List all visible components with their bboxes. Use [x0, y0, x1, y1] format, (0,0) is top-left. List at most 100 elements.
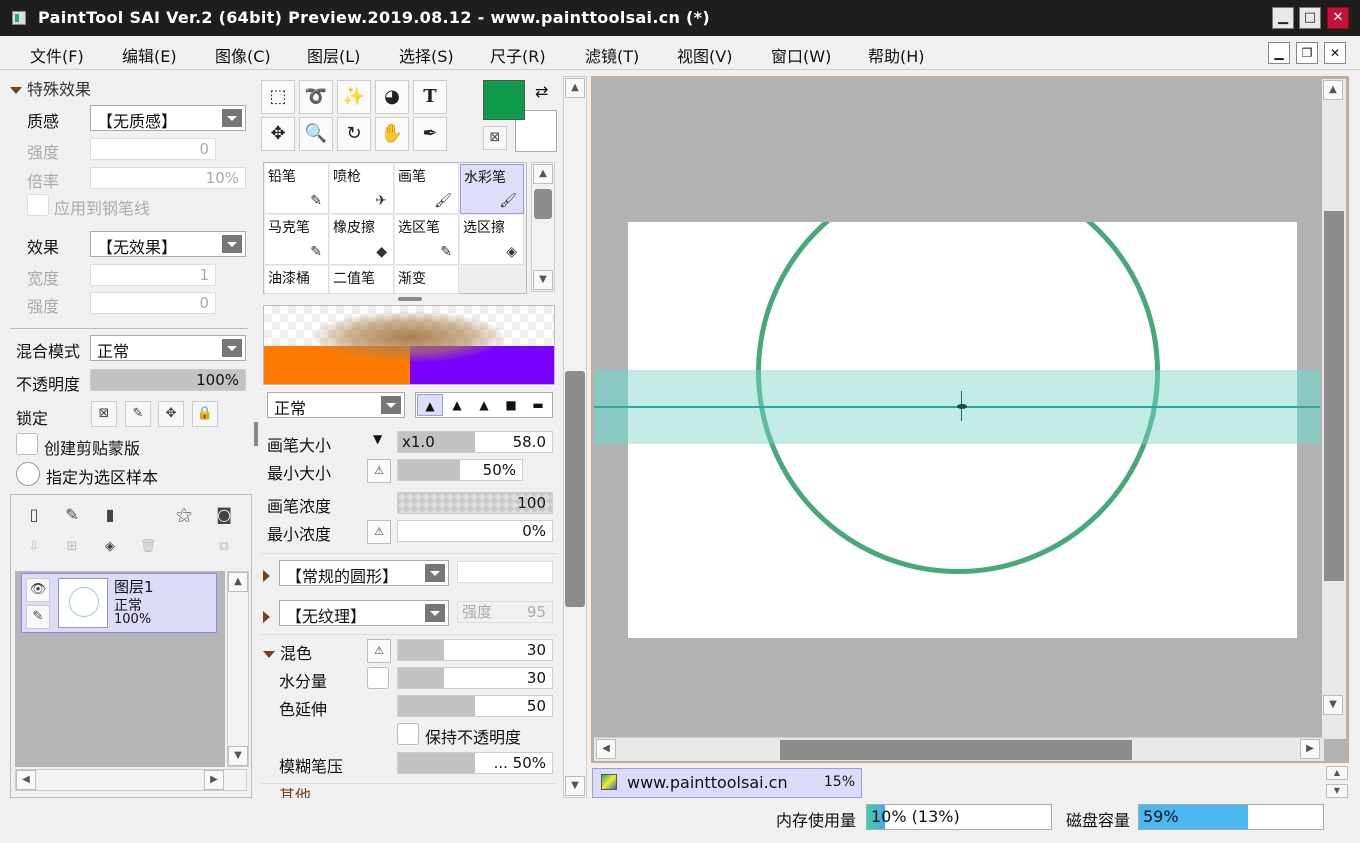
effect-dropdown[interactable]: 【无效果】 — [90, 231, 246, 257]
keep-opacity-checkbox[interactable] — [397, 723, 419, 745]
scroll-thumb[interactable] — [565, 371, 585, 607]
texture-dropdown[interactable]: 【无质感】 — [90, 105, 246, 131]
trash-icon[interactable]: 🗑 — [135, 535, 161, 561]
expand-triangle-icon[interactable] — [263, 566, 270, 584]
scroll-thumb[interactable] — [780, 740, 1132, 760]
rect-select-icon[interactable]: ⬚ — [261, 80, 295, 114]
pencil-icon[interactable]: ✎ — [26, 605, 50, 629]
layer-mask-icon[interactable]: ◙ — [211, 503, 237, 529]
menu-window[interactable]: 窗口(W) — [771, 43, 831, 67]
tip-wide-icon[interactable]: ▬ — [525, 394, 551, 416]
menu-edit[interactable]: 编辑(E) — [122, 43, 177, 67]
canvas-vertical-scrollbar[interactable]: ▲ ▼ — [1322, 79, 1346, 739]
effects-header[interactable]: 特殊效果 — [10, 76, 91, 100]
pressure-icon[interactable]: ⚠ — [367, 459, 391, 483]
new-pen-layer-icon[interactable]: ✎ — [59, 503, 85, 529]
lock-transparency-icon[interactable]: ⊠ — [91, 401, 117, 427]
brush-size-slider[interactable]: x1.0 58.0 — [397, 431, 553, 453]
lock-paint-icon[interactable]: ✎ — [125, 401, 151, 427]
brush-texture-dropdown[interactable]: 【无纹理】 — [279, 600, 449, 626]
tip-square-icon[interactable]: ■ — [498, 394, 524, 416]
panel-splitter[interactable] — [254, 422, 258, 446]
shape-strength-slider[interactable] — [457, 561, 553, 583]
scroll-down-icon[interactable]: ▼ — [228, 746, 248, 766]
layer-vertical-scrollbar[interactable]: ▲ ▼ — [227, 571, 249, 767]
selection-sample-radio[interactable] — [16, 462, 40, 486]
tip-round-icon[interactable]: ▲ — [444, 394, 470, 416]
brush-select-pen[interactable]: 选区笔 ✎ — [395, 215, 459, 265]
tip-flat-icon[interactable]: ▲ — [471, 394, 497, 416]
expand-triangle-icon[interactable] — [263, 607, 270, 625]
menu-image[interactable]: 图像(C) — [215, 43, 271, 67]
brush-mode-dropdown[interactable]: 正常 — [267, 392, 405, 418]
brush-scrollbar[interactable]: ▲ ▼ — [531, 162, 555, 292]
menu-layer[interactable]: 图层(L) — [307, 43, 360, 67]
brush-binary-pen[interactable]: 二值笔 — [330, 266, 394, 294]
shape-icon[interactable]: ◕ — [375, 80, 409, 114]
scroll-thumb[interactable] — [534, 189, 552, 219]
mdi-minimize-button[interactable]: ▁ — [1268, 42, 1290, 64]
scroll-right-icon[interactable]: ▶ — [1300, 739, 1320, 759]
lock-move-icon[interactable]: ✥ — [158, 401, 184, 427]
strength-slider[interactable]: 0 — [90, 138, 216, 160]
menu-help[interactable]: 帮助(H) — [868, 43, 925, 67]
scroll-down-icon[interactable]: ▼ — [533, 270, 553, 290]
menu-ruler[interactable]: 尺子(R) — [490, 43, 546, 67]
tab-scroll-up-icon[interactable]: ▲ — [1326, 766, 1348, 780]
brush-bucket[interactable]: 油漆桶 — [265, 266, 329, 294]
blend-mode-dropdown[interactable]: 正常 — [90, 335, 246, 361]
layer-effect-icon[interactable]: ⚝ — [171, 503, 197, 529]
layer-horizontal-scrollbar[interactable]: ◀ ▶ — [15, 769, 247, 791]
canvas-view[interactable]: ▲ ▼ ◀ ▶ — [591, 76, 1349, 763]
scroll-left-icon[interactable]: ◀ — [596, 739, 616, 759]
scroll-left-icon[interactable]: ◀ — [16, 770, 36, 790]
hand-icon[interactable]: ✋ — [375, 117, 409, 151]
minimize-button[interactable]: ▁ — [1272, 7, 1294, 29]
scroll-up-icon[interactable]: ▲ — [565, 78, 585, 98]
layer-row[interactable]: 👁 ✎ 图层1 正常 100% — [21, 573, 217, 633]
brush-marker[interactable]: 马克笔 ✎ — [265, 215, 329, 265]
brush-density-slider[interactable]: 100 — [397, 492, 553, 514]
blur-pressure-slider[interactable]: ... 50% — [397, 752, 553, 774]
clip-mask-checkbox[interactable] — [16, 433, 38, 455]
brush-eraser[interactable]: 橡皮擦 ◆ — [330, 215, 394, 265]
apply-pen-checkbox[interactable] — [27, 194, 49, 216]
mdi-restore-button[interactable]: ❐ — [1296, 42, 1318, 64]
rotate-icon[interactable]: ↻ — [337, 117, 371, 151]
scroll-down-icon[interactable]: ▼ — [1323, 695, 1343, 715]
brush-shape-dropdown[interactable]: 【常规的圆形】 — [279, 560, 449, 586]
water-checkbox[interactable] — [367, 667, 389, 689]
min-size-slider[interactable]: 50% — [397, 459, 523, 481]
move-icon[interactable]: ✥ — [261, 117, 295, 151]
min-density-slider[interactable]: 0% — [397, 520, 553, 542]
water-slider[interactable]: 30 — [397, 667, 553, 689]
scale-slider[interactable]: 10% — [90, 167, 246, 189]
text-tool-icon[interactable]: T — [413, 80, 447, 114]
transparent-color-icon[interactable]: ⊠ — [483, 126, 507, 150]
eye-icon[interactable]: 👁 — [26, 578, 50, 602]
menu-view[interactable]: 视图(V) — [677, 43, 732, 67]
blend-section-header[interactable]: 混色 — [263, 640, 312, 664]
canvas-horizontal-scrollbar[interactable]: ◀ ▶ — [594, 737, 1324, 761]
size-range-dropdown-icon[interactable]: ▼ — [373, 432, 382, 446]
pressure-icon[interactable]: ⚠ — [367, 520, 391, 544]
tab-scroll-down-icon[interactable]: ▼ — [1326, 784, 1348, 798]
duplicate-layer-icon[interactable]: ⧉ — [211, 535, 237, 561]
tip-sharp-icon[interactable]: ▲ — [417, 394, 443, 416]
brush-brush[interactable]: 画笔 🖌 — [395, 164, 459, 214]
width-slider[interactable]: 1 — [90, 264, 216, 286]
magic-wand-icon[interactable]: ✨ — [337, 80, 371, 114]
new-folder-icon[interactable]: ▮ — [97, 503, 123, 529]
brush-pencil[interactable]: 铅笔 ✎ — [265, 164, 329, 214]
menu-file[interactable]: 文件(F) — [30, 43, 84, 67]
merge-down-icon[interactable]: ⇩ — [21, 535, 47, 561]
pressure-icon[interactable]: ⚠ — [367, 639, 391, 663]
more-section-label[interactable]: 其他 — [279, 788, 311, 798]
brush-watercolor[interactable]: 水彩笔 🖌 — [460, 164, 524, 214]
eyedropper-icon[interactable]: ✒ — [413, 117, 447, 151]
zoom-icon[interactable]: 🔍 — [299, 117, 333, 151]
scroll-up-icon[interactable]: ▲ — [228, 572, 248, 592]
menu-filter[interactable]: 滤镜(T) — [585, 43, 639, 67]
scroll-thumb[interactable] — [1324, 211, 1344, 581]
panel-grip[interactable] — [398, 297, 422, 301]
